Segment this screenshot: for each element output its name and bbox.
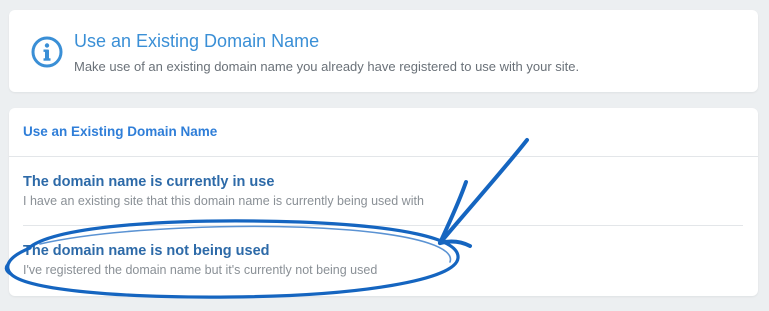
info-card: Use an Existing Domain Name Make use of … [9,10,758,92]
options-card-header: Use an Existing Domain Name [23,124,218,139]
domain-options-card: Use an Existing Domain Name The domain n… [9,108,758,296]
option-domain-not-used[interactable]: The domain name is not being used I've r… [23,243,743,277]
option-description: I have an existing site that this domain… [23,194,424,208]
info-card-description: Make use of an existing domain name you … [74,59,580,74]
option-description: I've registered the domain name but it's… [23,263,378,277]
option-domain-in-use[interactable]: The domain name is currently in use I ha… [23,174,743,208]
info-card-title: Use an Existing Domain Name [74,31,320,51]
option-title[interactable]: The domain name is not being used [23,243,743,259]
header-divider [9,156,758,157]
option-title[interactable]: The domain name is currently in use [23,174,743,190]
info-icon [31,36,63,68]
option-divider [23,225,743,226]
